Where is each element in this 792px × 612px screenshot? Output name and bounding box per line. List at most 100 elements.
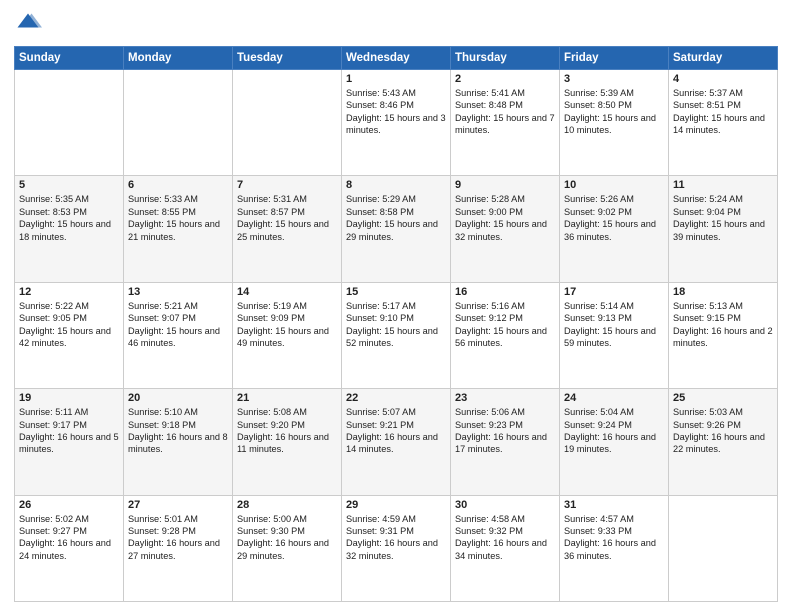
cell-info: Sunrise: 5:33 AM Sunset: 8:55 PM Dayligh…	[128, 193, 228, 243]
calendar-cell: 18Sunrise: 5:13 AM Sunset: 9:15 PM Dayli…	[669, 282, 778, 388]
day-number: 11	[673, 179, 773, 191]
calendar-cell: 25Sunrise: 5:03 AM Sunset: 9:26 PM Dayli…	[669, 389, 778, 495]
calendar-cell: 26 Sunrise: 5:02 AM Sunset: 9:27 PM Dayli…	[15, 495, 124, 601]
calendar-cell: 10 Sunrise: 5:26 AM Sunset: 9:02 PM Dayli…	[560, 176, 669, 282]
calendar-cell: 4 Sunrise: 5:37 AM Sunset: 8:51 PM Daylig…	[669, 70, 778, 176]
day-number: 20	[128, 392, 228, 404]
cell-info: Sunrise: 5:22 AM Sunset: 9:05 PM Dayligh…	[19, 300, 119, 350]
calendar-cell: 14Sunrise: 5:19 AM Sunset: 9:09 PM Dayli…	[233, 282, 342, 388]
day-number: 2	[455, 73, 555, 85]
day-number: 23	[455, 392, 555, 404]
calendar-cell: 23 Sunrise: 5:06 AM Sunset: 9:23 PM Dayli…	[451, 389, 560, 495]
day-number: 7	[237, 179, 337, 191]
day-number: 6	[128, 179, 228, 191]
calendar-cell: 3 Sunrise: 5:39 AM Sunset: 8:50 PM Daylig…	[560, 70, 669, 176]
day-number: 17	[564, 286, 664, 298]
day-number: 10	[564, 179, 664, 191]
cell-info: Sunrise: 5:35 AM Sunset: 8:53 PM Dayligh…	[19, 193, 119, 243]
cell-info: Sunrise: 5:00 AM Sunset: 9:30 PM Dayligh…	[237, 513, 337, 563]
calendar-cell	[15, 70, 124, 176]
day-number: 12	[19, 286, 119, 298]
logo-icon	[14, 10, 42, 38]
weekday-header-monday: Monday	[124, 47, 233, 70]
calendar-cell	[124, 70, 233, 176]
day-number: 31	[564, 499, 664, 511]
cell-info: Sunrise: 5:21 AM Sunset: 9:07 PM Dayligh…	[128, 300, 228, 350]
calendar-cell: 21Sunrise: 5:08 AM Sunset: 9:20 PM Dayli…	[233, 389, 342, 495]
week-row-1: 1Sunrise: 5:43 AM Sunset: 8:46 PM Daylig…	[15, 70, 778, 176]
day-number: 13	[128, 286, 228, 298]
calendar-cell: 9Sunrise: 5:28 AM Sunset: 9:00 PM Daylig…	[451, 176, 560, 282]
day-number: 29	[346, 499, 446, 511]
day-number: 19	[19, 392, 119, 404]
day-number: 28	[237, 499, 337, 511]
cell-info: Sunrise: 5:11 AM Sunset: 9:17 PM Dayligh…	[19, 406, 119, 456]
calendar-cell: 27 Sunrise: 5:01 AM Sunset: 9:28 PM Dayli…	[124, 495, 233, 601]
calendar-cell: 1Sunrise: 5:43 AM Sunset: 8:46 PM Daylig…	[342, 70, 451, 176]
calendar-cell: 12 Sunrise: 5:22 AM Sunset: 9:05 PM Dayli…	[15, 282, 124, 388]
cell-info: Sunrise: 5:41 AM Sunset: 8:48 PM Dayligh…	[455, 87, 555, 137]
week-row-3: 12 Sunrise: 5:22 AM Sunset: 9:05 PM Dayli…	[15, 282, 778, 388]
calendar-cell: 16 Sunrise: 5:16 AM Sunset: 9:12 PM Dayli…	[451, 282, 560, 388]
cell-info: Sunrise: 5:04 AM Sunset: 9:24 PM Dayligh…	[564, 406, 664, 456]
weekday-header-saturday: Saturday	[669, 47, 778, 70]
week-row-5: 26 Sunrise: 5:02 AM Sunset: 9:27 PM Dayli…	[15, 495, 778, 601]
day-number: 16	[455, 286, 555, 298]
week-row-2: 5 Sunrise: 5:35 AM Sunset: 8:53 PM Daylig…	[15, 176, 778, 282]
calendar-cell: 22 Sunrise: 5:07 AM Sunset: 9:21 PM Dayli…	[342, 389, 451, 495]
cell-info: Sunrise: 5:19 AM Sunset: 9:09 PM Dayligh…	[237, 300, 337, 350]
weekday-header-tuesday: Tuesday	[233, 47, 342, 70]
cell-info: Sunrise: 5:29 AM Sunset: 8:58 PM Dayligh…	[346, 193, 446, 243]
cell-info: Sunrise: 5:26 AM Sunset: 9:02 PM Dayligh…	[564, 193, 664, 243]
day-number: 27	[128, 499, 228, 511]
cell-info: Sunrise: 5:31 AM Sunset: 8:57 PM Dayligh…	[237, 193, 337, 243]
day-number: 26	[19, 499, 119, 511]
calendar-cell: 30 Sunrise: 4:58 AM Sunset: 9:32 PM Dayli…	[451, 495, 560, 601]
calendar-cell	[233, 70, 342, 176]
day-number: 1	[346, 73, 446, 85]
calendar-cell: 5 Sunrise: 5:35 AM Sunset: 8:53 PM Daylig…	[15, 176, 124, 282]
week-row-4: 19 Sunrise: 5:11 AM Sunset: 9:17 PM Dayli…	[15, 389, 778, 495]
calendar-cell	[669, 495, 778, 601]
cell-info: Sunrise: 5:16 AM Sunset: 9:12 PM Dayligh…	[455, 300, 555, 350]
calendar-cell: 11Sunrise: 5:24 AM Sunset: 9:04 PM Dayli…	[669, 176, 778, 282]
cell-info: Sunrise: 5:06 AM Sunset: 9:23 PM Dayligh…	[455, 406, 555, 456]
calendar-cell: 17 Sunrise: 5:14 AM Sunset: 9:13 PM Dayli…	[560, 282, 669, 388]
calendar-cell: 20 Sunrise: 5:10 AM Sunset: 9:18 PM Dayli…	[124, 389, 233, 495]
calendar-cell: 31 Sunrise: 4:57 AM Sunset: 9:33 PM Dayli…	[560, 495, 669, 601]
day-number: 15	[346, 286, 446, 298]
weekday-header-wednesday: Wednesday	[342, 47, 451, 70]
day-number: 8	[346, 179, 446, 191]
cell-info: Sunrise: 5:14 AM Sunset: 9:13 PM Dayligh…	[564, 300, 664, 350]
cell-info: Sunrise: 5:17 AM Sunset: 9:10 PM Dayligh…	[346, 300, 446, 350]
day-number: 21	[237, 392, 337, 404]
calendar-cell: 7 Sunrise: 5:31 AM Sunset: 8:57 PM Daylig…	[233, 176, 342, 282]
weekday-header-thursday: Thursday	[451, 47, 560, 70]
page: SundayMondayTuesdayWednesdayThursdayFrid…	[0, 0, 792, 612]
cell-info: Sunrise: 4:57 AM Sunset: 9:33 PM Dayligh…	[564, 513, 664, 563]
calendar-table: SundayMondayTuesdayWednesdayThursdayFrid…	[14, 46, 778, 602]
weekday-header-row: SundayMondayTuesdayWednesdayThursdayFrid…	[15, 47, 778, 70]
calendar-cell: 19 Sunrise: 5:11 AM Sunset: 9:17 PM Dayli…	[15, 389, 124, 495]
calendar-cell: 2 Sunrise: 5:41 AM Sunset: 8:48 PM Daylig…	[451, 70, 560, 176]
cell-info: Sunrise: 4:58 AM Sunset: 9:32 PM Dayligh…	[455, 513, 555, 563]
cell-info: Sunrise: 4:59 AM Sunset: 9:31 PM Dayligh…	[346, 513, 446, 563]
cell-info: Sunrise: 5:01 AM Sunset: 9:28 PM Dayligh…	[128, 513, 228, 563]
logo	[14, 10, 46, 38]
weekday-header-sunday: Sunday	[15, 47, 124, 70]
cell-info: Sunrise: 5:02 AM Sunset: 9:27 PM Dayligh…	[19, 513, 119, 563]
calendar-cell: 28 Sunrise: 5:00 AM Sunset: 9:30 PM Dayli…	[233, 495, 342, 601]
day-number: 30	[455, 499, 555, 511]
day-number: 5	[19, 179, 119, 191]
day-number: 25	[673, 392, 773, 404]
cell-info: Sunrise: 5:39 AM Sunset: 8:50 PM Dayligh…	[564, 87, 664, 137]
cell-info: Sunrise: 5:28 AM Sunset: 9:00 PM Dayligh…	[455, 193, 555, 243]
cell-info: Sunrise: 5:13 AM Sunset: 9:15 PM Dayligh…	[673, 300, 773, 350]
day-number: 22	[346, 392, 446, 404]
cell-info: Sunrise: 5:10 AM Sunset: 9:18 PM Dayligh…	[128, 406, 228, 456]
cell-info: Sunrise: 5:07 AM Sunset: 9:21 PM Dayligh…	[346, 406, 446, 456]
calendar-cell: 15 Sunrise: 5:17 AM Sunset: 9:10 PM Dayli…	[342, 282, 451, 388]
cell-info: Sunrise: 5:37 AM Sunset: 8:51 PM Dayligh…	[673, 87, 773, 137]
day-number: 4	[673, 73, 773, 85]
day-number: 3	[564, 73, 664, 85]
